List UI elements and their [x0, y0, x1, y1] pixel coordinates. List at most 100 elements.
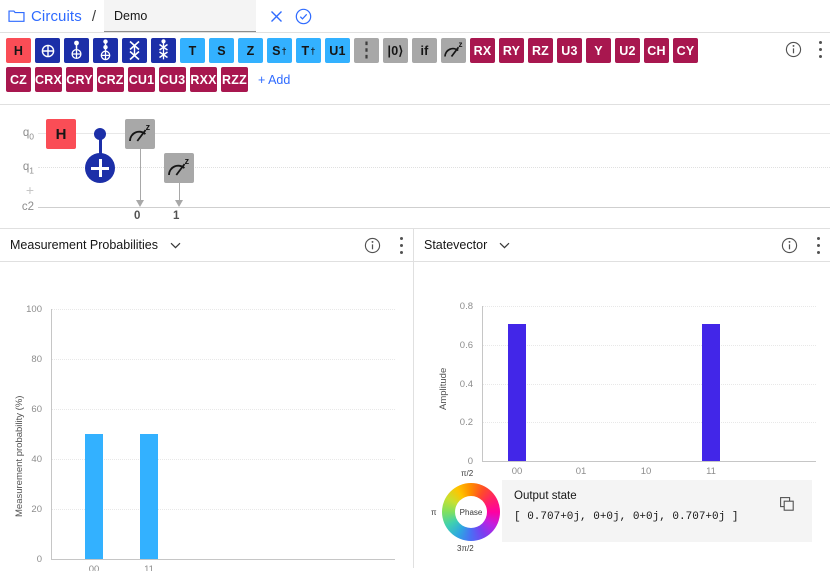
gate-rx[interactable]: RX: [470, 38, 495, 63]
breadcrumb-root-link[interactable]: Circuits: [31, 8, 82, 25]
gate-cu1[interactable]: CU1: [128, 67, 155, 92]
breadcrumb-separator: /: [91, 7, 96, 25]
y-tick-80: 80: [31, 354, 42, 365]
output-state-title: Output state: [514, 490, 577, 502]
overflow-menu-icon[interactable]: [818, 41, 822, 58]
y-tick-100: 100: [26, 304, 42, 315]
gate-crz[interactable]: CRZ: [97, 67, 124, 92]
gate-crx[interactable]: CRX: [35, 67, 62, 92]
measure-1-arrowhead: [174, 200, 183, 207]
output-state-value: [ 0.707+0j, 0+0j, 0+0j, 0.707+0j ]: [514, 511, 739, 523]
gate-crz-label: CRZ: [97, 72, 124, 87]
gate-s-label: S: [217, 43, 226, 58]
gate-rz[interactable]: RZ: [528, 38, 553, 63]
gate-measure-z[interactable]: z: [441, 38, 466, 63]
gate-cz[interactable]: CZ: [6, 67, 31, 92]
gate-tdg[interactable]: T †: [296, 38, 321, 63]
h-gate[interactable]: H: [46, 119, 76, 149]
chevron-down-icon[interactable]: [487, 242, 510, 249]
gate-cu3-label: CU3: [159, 72, 186, 87]
phase-label-top: π/2: [461, 469, 474, 478]
gate-t-label: T: [188, 43, 197, 58]
bar-11[interactable]: [140, 434, 158, 559]
y-tick-02: 0.2: [459, 417, 473, 428]
gate-ry[interactable]: RY: [499, 38, 524, 63]
swap-icon: [129, 40, 140, 61]
overflow-menu-icon[interactable]: [816, 236, 820, 254]
circuit-canvas[interactable]: q0 q1 + c2 H z 0 z 1: [0, 105, 830, 229]
svg-text:z: z: [185, 157, 190, 166]
gate-tdg-label: T: [301, 43, 310, 58]
gate-h[interactable]: H: [6, 38, 31, 63]
gate-u3[interactable]: U3: [557, 38, 582, 63]
wire-label-q1-sub: 1: [29, 165, 34, 176]
phase-label-bottom: 3π/2: [457, 544, 474, 553]
gate-cnot-x[interactable]: [35, 38, 60, 63]
info-icon[interactable]: [364, 237, 381, 254]
info-icon[interactable]: [785, 41, 802, 58]
gate-reset-label: |0⟩: [387, 44, 404, 58]
panel-title: Statevector: [424, 238, 488, 252]
chevron-down-icon[interactable]: [158, 242, 181, 249]
gate-if[interactable]: if: [412, 38, 437, 63]
gate-rxx-label: RXX: [190, 72, 217, 87]
gate-toffoli[interactable]: [93, 38, 118, 63]
gate-u2[interactable]: U2: [615, 38, 640, 63]
gate-ch-label: CH: [647, 43, 666, 58]
bar-00[interactable]: [508, 324, 526, 461]
gridline-80: [51, 359, 395, 360]
gate-t[interactable]: T: [180, 38, 205, 63]
gate-reset[interactable]: |0⟩: [383, 38, 408, 63]
bar-00[interactable]: [85, 434, 103, 559]
cnot-target[interactable]: [85, 153, 115, 183]
gate-u1[interactable]: U1: [325, 38, 350, 63]
overflow-menu-icon[interactable]: [399, 236, 403, 254]
gate-y[interactable]: Y: [586, 38, 611, 63]
gate-cu3[interactable]: CU3: [159, 67, 186, 92]
gate-palette-row-1: H T S Z S † T † U1 |0⟩ if z RX RY RZ U3 …: [6, 38, 822, 63]
gate-ch[interactable]: CH: [644, 38, 669, 63]
gate-sdg-label: S: [272, 43, 281, 58]
gate-sdg[interactable]: S †: [267, 38, 292, 63]
gate-cy[interactable]: CY: [673, 38, 698, 63]
measure-z-icon: z: [129, 123, 151, 142]
gate-z[interactable]: Z: [238, 38, 263, 63]
panel-actions: [781, 236, 820, 254]
y-tick-60: 60: [31, 404, 42, 415]
measure-gate-1[interactable]: z: [164, 153, 194, 183]
measure-gate-0[interactable]: z: [125, 119, 155, 149]
measurement-probabilities-header: Measurement Probabilities: [0, 229, 413, 262]
panel-title: Measurement Probabilities: [10, 238, 158, 252]
y-tick-06: 0.6: [459, 340, 473, 351]
bar-11[interactable]: [702, 324, 720, 461]
gate-h-label: H: [13, 43, 24, 58]
add-qubit-button[interactable]: +: [0, 182, 34, 198]
add-gate-button[interactable]: + Add: [258, 73, 290, 87]
gate-rxx[interactable]: RXX: [190, 67, 217, 92]
gate-y-label: Y: [594, 43, 603, 58]
close-icon[interactable]: [270, 10, 283, 23]
svg-text:z: z: [458, 41, 462, 49]
gate-cswap[interactable]: [151, 38, 176, 63]
measure-0-arrowhead: [135, 200, 144, 207]
y-tick-0: 0: [36, 554, 42, 565]
gate-cry[interactable]: CRY: [66, 67, 93, 92]
y-tick-20: 20: [31, 504, 42, 515]
gate-s[interactable]: S: [209, 38, 234, 63]
gate-rzz[interactable]: RZZ: [221, 67, 248, 92]
gate-palette-row-2: CZ CRX CRY CRZ CU1 CU3 RXX RZZ + Add: [6, 67, 822, 92]
info-icon[interactable]: [781, 237, 798, 254]
gate-crx-label: CRX: [35, 72, 62, 87]
gate-cx[interactable]: [64, 38, 89, 63]
breadcrumb: Circuits /: [0, 0, 104, 32]
gate-swap[interactable]: [122, 38, 147, 63]
measure-1-arrow: [178, 183, 180, 201]
toffoli-icon: [100, 39, 111, 61]
gate-palette: H T S Z S † T † U1 |0⟩ if z RX RY RZ U3 …: [0, 33, 830, 105]
wire-q0: [38, 133, 830, 134]
gate-barrier[interactable]: [354, 38, 379, 63]
circuit-name-input[interactable]: Demo: [103, 0, 256, 32]
gate-rz-label: RZ: [531, 43, 550, 58]
check-circle-icon[interactable]: [295, 8, 312, 25]
wire-label-q0-sub: 0: [29, 131, 34, 142]
